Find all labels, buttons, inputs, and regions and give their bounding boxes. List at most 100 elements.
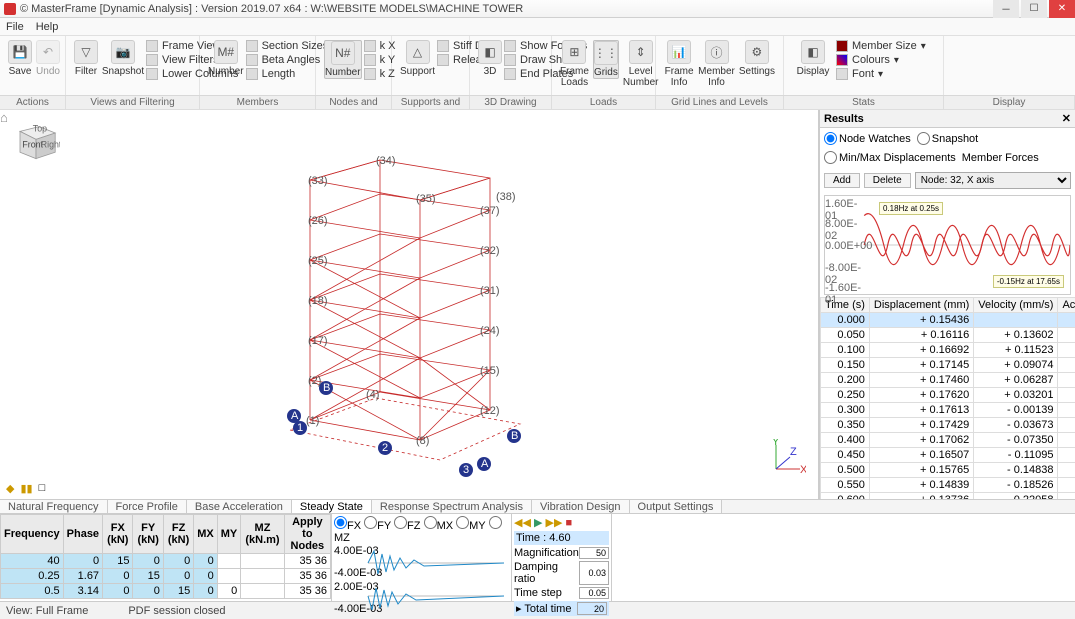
support-button[interactable]: △Support: [400, 40, 435, 77]
maximize-button[interactable]: ☐: [1021, 0, 1047, 18]
minimize-button[interactable]: －: [993, 0, 1019, 18]
founds-icon: [504, 40, 516, 52]
svg-text:X: X: [800, 464, 806, 476]
vp-icon-2[interactable]: ▮▮: [20, 482, 32, 495]
kx-item[interactable]: k X: [364, 40, 396, 52]
ribbon-label: Loads: [552, 96, 656, 109]
frequency-table[interactable]: FrequencyPhaseFX (kN)FY (kN)FZ (kN)MXMYM…: [0, 514, 332, 601]
svg-text:(1): (1): [306, 415, 319, 427]
results-panel: Results ✕ Node Watches Snapshot Min/Max …: [819, 110, 1075, 499]
filter-icon: ▽: [74, 40, 98, 64]
svg-text:(4): (4): [366, 389, 379, 401]
svg-text:Right: Right: [41, 139, 60, 149]
save-icon: 💾: [8, 40, 32, 64]
member-number-button[interactable]: M#Number: [208, 40, 244, 77]
force-chart-1: 4.00E-03 -4.00E-03: [334, 546, 504, 580]
svg-text:A: A: [481, 458, 489, 470]
ribbon: 💾Save ↶Undo ▽Filter 📷Snapshot Frame View…: [0, 36, 1075, 96]
display-button[interactable]: ◧Display: [792, 40, 834, 77]
radio-my[interactable]: MY: [456, 520, 485, 532]
radio-node-watches[interactable]: Node Watches: [824, 132, 911, 145]
kz-icon: [364, 68, 376, 80]
bottom-charts: FX FY FZ MX MY MZ 4.00E-03 -4.00E-03 2.0…: [332, 514, 512, 601]
display-icon: ◧: [801, 40, 825, 64]
save-button[interactable]: 💾Save: [8, 40, 32, 77]
results-mode-radios: Node Watches Snapshot Min/Max Displaceme…: [820, 128, 1075, 168]
colours-item[interactable]: Colours ▾: [836, 54, 926, 66]
tab-natural-frequency[interactable]: Natural Frequency: [0, 500, 108, 513]
3d-icon: ◧: [478, 40, 502, 64]
ribbon-group-labels: ActionsViews and FilteringMembersNodes a…: [0, 96, 1075, 110]
frame-loads-button[interactable]: ⊞Frame Loads: [560, 40, 589, 88]
font-item[interactable]: Font ▾: [836, 68, 926, 80]
tab-force-profile[interactable]: Force Profile: [108, 500, 187, 513]
damping-input[interactable]: [579, 561, 609, 585]
graph-y-axis: 1.60E-01 8.00E-02 0.00E+00 -8.00E-02 -1.…: [825, 196, 863, 294]
menu-file[interactable]: File: [6, 21, 24, 33]
svg-text:-4.00E-03: -4.00E-03: [334, 567, 382, 579]
svg-text:3: 3: [463, 464, 469, 476]
level-icon: ⇕: [629, 40, 653, 64]
ribbon-label: Views and Filtering: [66, 96, 200, 109]
radio-member-forces[interactable]: Member Forces: [962, 152, 1039, 164]
member-num-icon: M#: [214, 40, 238, 64]
radio-fz[interactable]: FZ: [394, 520, 420, 532]
radio-minmax[interactable]: Min/Max Displacements: [824, 151, 956, 164]
grids-button[interactable]: ⋮⋮Grids: [593, 40, 619, 79]
svg-text:(2): (2): [308, 375, 321, 387]
magnification-input[interactable]: [579, 547, 609, 559]
home-icon[interactable]: ⌂: [0, 110, 8, 125]
filter-button[interactable]: ▽Filter: [74, 40, 98, 77]
node-num-icon: N#: [331, 41, 355, 65]
radio-snapshot[interactable]: Snapshot: [917, 132, 978, 145]
play-controls: ◀◀ ▶ ▶▶ ■: [514, 516, 609, 529]
frame-info-button[interactable]: 📊Frame Info: [664, 40, 694, 88]
ribbon-label: Members: [200, 96, 316, 109]
prev-icon[interactable]: ◀◀: [514, 517, 531, 529]
svg-text:2: 2: [382, 442, 388, 454]
tab-response-spectrum-analysis[interactable]: Response Spectrum Analysis: [372, 500, 532, 513]
play-icon[interactable]: ▶: [534, 517, 542, 529]
svg-text:Y: Y: [772, 439, 780, 448]
time-display: Time : 4.60: [514, 531, 609, 545]
snapshot-button[interactable]: 📷Snapshot: [102, 40, 144, 77]
kz-item[interactable]: k Z: [364, 68, 396, 80]
totaltime-input[interactable]: [577, 602, 607, 615]
node-select[interactable]: Node: 32, X axis: [915, 172, 1071, 189]
svg-text:(26): (26): [308, 215, 328, 227]
results-close-icon[interactable]: ✕: [1062, 112, 1071, 125]
timestep-input[interactable]: [579, 587, 609, 599]
view-cube[interactable]: Top Front Right: [12, 120, 60, 162]
add-button[interactable]: Add: [824, 173, 860, 188]
tab-base-acceleration[interactable]: Base Acceleration: [187, 500, 292, 513]
settings-button[interactable]: ⚙Settings: [739, 40, 775, 77]
ribbon-label: Stats: [784, 96, 944, 109]
delete-button[interactable]: Delete: [864, 173, 911, 188]
vp-icon-3[interactable]: □: [39, 482, 46, 495]
results-graph[interactable]: 1.60E-01 8.00E-02 0.00E+00 -8.00E-02 -1.…: [824, 195, 1071, 295]
3d-viewport[interactable]: ⌂ Top Front Right: [0, 110, 819, 499]
radio-fx[interactable]: FX: [334, 520, 361, 532]
svg-text:(25): (25): [308, 255, 328, 267]
stop-icon[interactable]: ■: [566, 517, 573, 529]
radio-fy[interactable]: FY: [364, 520, 391, 532]
level-number-button[interactable]: ⇕Level Number: [623, 40, 659, 88]
3d-button[interactable]: ◧3D: [478, 40, 502, 77]
vp-icon-1[interactable]: ◆: [6, 482, 14, 495]
svg-text:(37): (37): [480, 205, 500, 217]
radio-mx[interactable]: MX: [424, 520, 454, 532]
close-button[interactable]: ✕: [1049, 0, 1075, 18]
results-table[interactable]: Time (s)Displacement (mm)Velocity (mm/s)…: [820, 297, 1075, 499]
undo-button[interactable]: ↶Undo: [36, 40, 60, 77]
member-info-button[interactable]: ⓘMember Info: [698, 40, 735, 88]
tab-output-settings[interactable]: Output Settings: [630, 500, 723, 513]
member-size-item[interactable]: Member Size ▾: [836, 40, 926, 52]
tab-steady-state[interactable]: Steady State: [292, 500, 372, 513]
graph-tip-max: 0.18Hz at 0.25s: [879, 202, 943, 215]
tab-vibration-design[interactable]: Vibration Design: [532, 500, 630, 513]
node-number-button[interactable]: N#Number: [324, 40, 362, 79]
ky-item[interactable]: k Y: [364, 54, 396, 66]
next-icon[interactable]: ▶▶: [546, 517, 563, 529]
menu-help[interactable]: Help: [36, 21, 59, 33]
app-title: © MasterFrame [Dynamic Analysis] : Versi…: [20, 3, 523, 15]
